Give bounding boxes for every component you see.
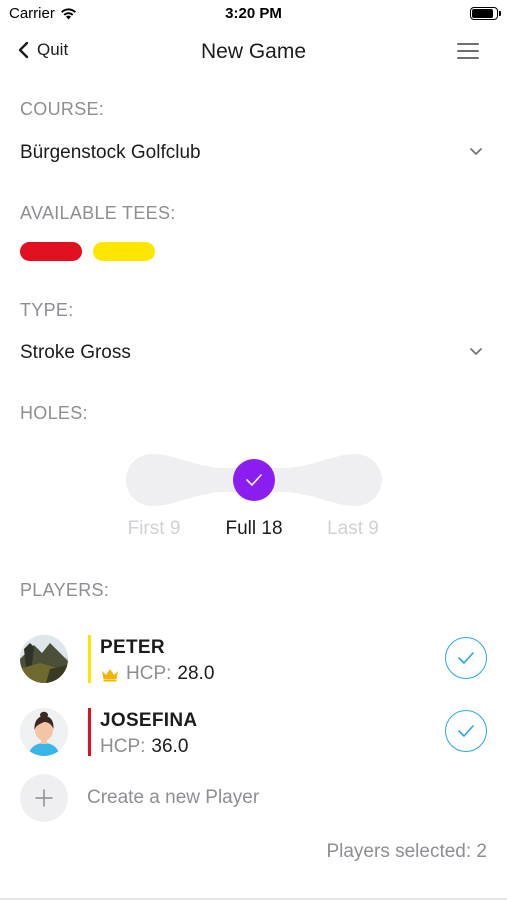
players-label: PLAYERS:: [20, 580, 110, 600]
check-icon: [458, 652, 474, 664]
type-value: Stroke Gross: [20, 342, 131, 363]
player-name: JOSEFINA: [100, 710, 198, 731]
check-icon: [458, 725, 474, 737]
create-player-label: Create a new Player: [87, 787, 260, 808]
holes-selector-knob[interactable]: [233, 459, 275, 501]
chevron-down-icon: [470, 148, 482, 155]
plus-icon: [20, 774, 68, 822]
check-icon: [246, 474, 262, 486]
battery-icon: [470, 7, 501, 20]
hcp-label: HCP:: [126, 663, 172, 684]
avatar: [20, 708, 68, 756]
tee-yellow[interactable]: [93, 242, 155, 261]
player-name: PETER: [100, 637, 165, 658]
menu-icon[interactable]: [457, 43, 479, 61]
quit-button[interactable]: Quit: [18, 40, 68, 60]
create-player-button[interactable]: Create a new Player: [20, 774, 320, 822]
player-hcp: HCP: 36.0: [100, 736, 188, 758]
battery-fill: [472, 9, 493, 18]
player-select-toggle[interactable]: [445, 710, 487, 752]
chevron-down-icon: [470, 348, 482, 355]
player-hcp: HCP: 28.0: [100, 663, 214, 685]
tee-red[interactable]: [20, 242, 82, 261]
players-selected-count: Players selected: 2: [326, 841, 487, 862]
course-select[interactable]: Bürgenstock Golfclub: [20, 138, 487, 170]
crown-icon: [102, 668, 118, 681]
chevron-left-icon: [18, 41, 29, 59]
hcp-value: 36.0: [151, 736, 189, 757]
hcp-value: 28.0: [177, 663, 215, 684]
navigation-bar: Quit New Game: [0, 30, 507, 76]
player-tee-indicator: [88, 708, 91, 756]
player-row-peter[interactable]: PETER HCP: 28.0: [20, 635, 487, 687]
type-select[interactable]: Stroke Gross: [20, 338, 487, 370]
course-value: Bürgenstock Golfclub: [20, 142, 201, 163]
page-title: New Game: [200, 40, 307, 63]
quit-label: Quit: [37, 40, 69, 59]
type-label: TYPE:: [20, 300, 74, 320]
holes-option-first-9[interactable]: First 9: [104, 518, 204, 540]
status-time: 3:20 PM: [225, 5, 282, 22]
tees-label: AVAILABLE TEES:: [20, 203, 176, 223]
player-select-toggle[interactable]: [445, 637, 487, 679]
holes-label: HOLES:: [20, 403, 88, 423]
player-row-josefina[interactable]: JOSEFINA HCP: 36.0: [20, 708, 487, 760]
status-bar: Carrier 3:20 PM: [0, 0, 507, 28]
player-tee-indicator: [88, 635, 91, 683]
holes-option-full-18[interactable]: Full 18: [204, 518, 304, 540]
avatar: [20, 635, 68, 683]
hcp-label: HCP:: [100, 736, 146, 757]
course-label: COURSE:: [20, 99, 105, 119]
holes-option-last-9[interactable]: Last 9: [303, 518, 403, 540]
